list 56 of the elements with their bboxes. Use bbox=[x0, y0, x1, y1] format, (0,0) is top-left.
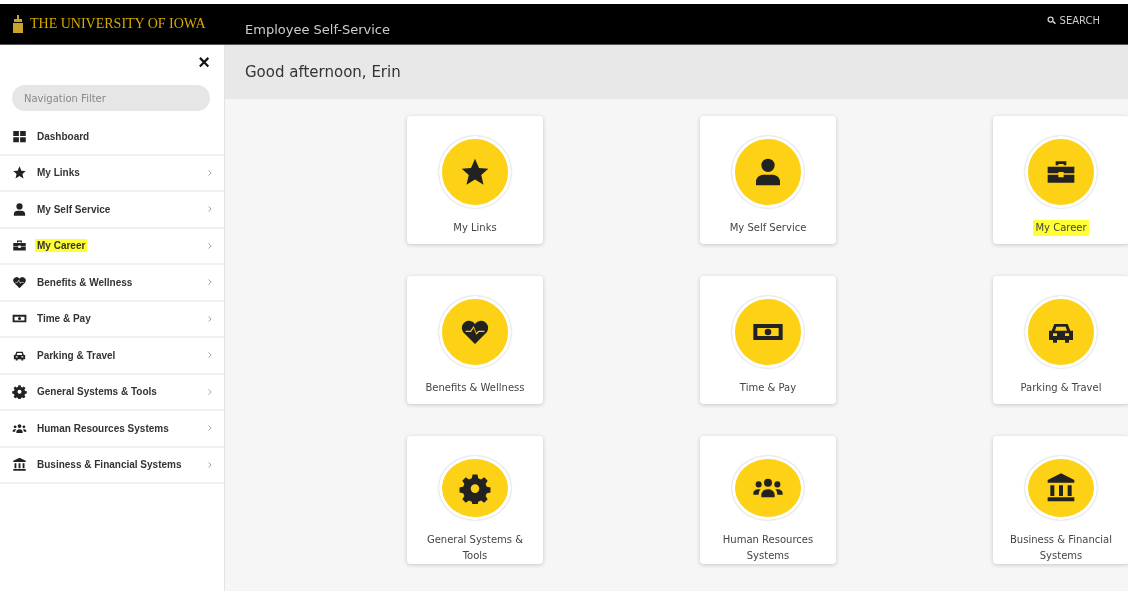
nav-label: General Systems & Tools bbox=[36, 385, 158, 399]
tile-label: My Career bbox=[1033, 220, 1089, 236]
tile-label: General Systems & Tools bbox=[425, 533, 525, 563]
tile-card[interactable]: Benefits & Wellness bbox=[407, 276, 543, 404]
nav-item[interactable]: Parking & Travel bbox=[0, 338, 224, 375]
tile-card[interactable]: Parking & Travel bbox=[993, 276, 1128, 404]
nav-item[interactable]: My Links bbox=[0, 155, 224, 192]
nav-label: My Career bbox=[35, 239, 88, 253]
tile-card[interactable]: My Career bbox=[993, 116, 1128, 244]
nav-item[interactable]: Time & Pay bbox=[0, 301, 224, 338]
nav-label: Parking & Travel bbox=[36, 348, 117, 362]
tile-card[interactable]: Human Resources Systems bbox=[700, 436, 836, 564]
tile-label: Parking & Travel bbox=[1019, 381, 1103, 395]
nav-item[interactable]: Business & Financial Systems bbox=[0, 447, 224, 484]
bank-icon bbox=[1045, 472, 1077, 504]
search-icon bbox=[1046, 15, 1056, 25]
briefcase-icon bbox=[12, 238, 27, 254]
nav-label: Time & Pay bbox=[36, 312, 92, 326]
search-link[interactable]: SEARCH bbox=[1046, 14, 1100, 26]
tile-label: My Self Service bbox=[728, 221, 808, 235]
tile-label: Time & Pay bbox=[738, 381, 798, 395]
nav-item[interactable]: Benefits & Wellness bbox=[0, 265, 224, 302]
nav-item[interactable]: My Self Service bbox=[0, 192, 224, 229]
star-icon bbox=[12, 165, 27, 181]
nav-label: Benefits & Wellness bbox=[36, 275, 134, 289]
bank-icon bbox=[12, 457, 27, 473]
nav-label: Human Resources Systems bbox=[36, 421, 170, 435]
tile-card[interactable]: General Systems & Tools bbox=[407, 436, 543, 564]
nav-item[interactable]: My Career bbox=[0, 228, 224, 265]
tile-label: Benefits & Wellness bbox=[424, 381, 526, 395]
tile-card[interactable]: Time & Pay bbox=[700, 276, 836, 404]
greeting-text: Good afternoon, Erin bbox=[245, 63, 401, 81]
nav-label: My Self Service bbox=[36, 202, 112, 216]
close-button[interactable]: × bbox=[198, 53, 210, 71]
tile-card[interactable]: Business & Financial Systems bbox=[993, 436, 1128, 564]
building-icon bbox=[12, 15, 24, 33]
tile-label: My Links bbox=[452, 221, 498, 235]
nav-label: My Links bbox=[36, 166, 81, 180]
nav-item[interactable]: Dashboard bbox=[0, 119, 224, 156]
tile-card[interactable]: My Links bbox=[407, 116, 543, 244]
heart-icon bbox=[12, 274, 27, 290]
nav-item[interactable]: General Systems & Tools bbox=[0, 374, 224, 411]
tile-label: Business & Financial Systems bbox=[1008, 533, 1113, 563]
logo-text: THE UNIVERSITY OF IOWA bbox=[30, 16, 206, 32]
nav-item[interactable]: Human Resources Systems bbox=[0, 411, 224, 448]
grid-icon bbox=[12, 128, 27, 144]
nav-label: Dashboard bbox=[36, 129, 91, 143]
settings-icon bbox=[459, 472, 491, 504]
tile-label: Human Resources Systems bbox=[721, 533, 815, 563]
navigation-filter-field[interactable]: Navigation Filter bbox=[12, 85, 210, 111]
nav-label: Business & Financial Systems bbox=[36, 458, 183, 472]
settings-icon bbox=[12, 384, 27, 400]
person-icon bbox=[12, 201, 27, 217]
university-logo[interactable]: THE UNIVERSITY OF IOWA bbox=[0, 15, 225, 33]
app-title: Employee Self-Service bbox=[245, 21, 390, 37]
tile-card[interactable]: My Self Service bbox=[700, 116, 836, 244]
